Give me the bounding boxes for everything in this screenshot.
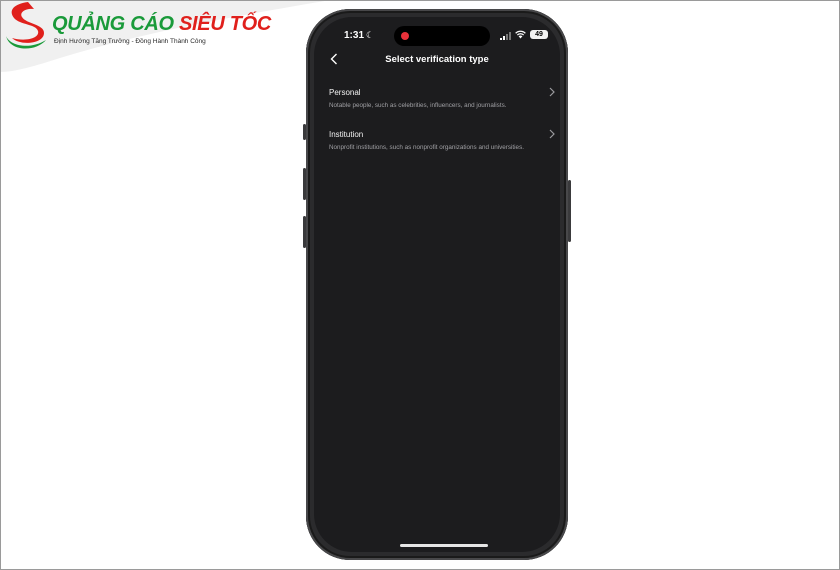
chevron-right-icon [549, 129, 555, 139]
option-description: Nonprofit institutions, such as nonprofi… [329, 144, 524, 151]
option-title: Institution [329, 130, 364, 139]
power-button [568, 180, 571, 242]
status-time: 1:31 [344, 30, 365, 41]
page-title: Select verification type [385, 54, 489, 65]
recording-indicator-icon [401, 32, 409, 40]
wifi-icon [515, 30, 526, 39]
logo-tagline: Định Hướng Tăng Trưởng - Đồng Hành Thành… [54, 38, 206, 45]
chevron-right-icon [549, 87, 555, 97]
brand-logo: QUẢNG CÁO SIÊU TỐC Định Hướng Tăng Trưởn… [0, 0, 330, 72]
signal-icon [500, 32, 511, 40]
logo-swoosh-icon [0, 0, 330, 72]
phone-screen: 1:31 ☾ 49 Select verification type Perso… [314, 17, 560, 552]
logo-title: QUẢNG CÁO SIÊU TỐC [52, 13, 272, 35]
action-button [303, 124, 306, 140]
option-description: Notable people, such as celebrities, inf… [329, 102, 507, 109]
home-indicator[interactable] [400, 544, 488, 547]
option-institution[interactable]: Institution Nonprofit institutions, such… [329, 129, 557, 153]
volume-up-button [303, 168, 306, 200]
moon-icon: ☾ [366, 30, 375, 40]
battery-indicator: 49 [530, 30, 548, 39]
option-title: Personal [329, 88, 361, 97]
volume-down-button [303, 216, 306, 248]
option-personal[interactable]: Personal Notable people, such as celebri… [329, 87, 557, 111]
